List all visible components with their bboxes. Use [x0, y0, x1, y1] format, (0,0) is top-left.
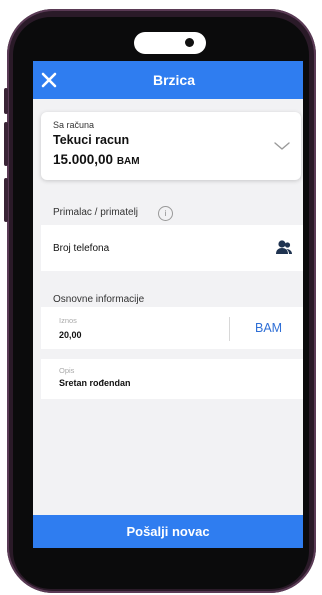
basic-info-section-label: Osnovne informacije — [53, 294, 145, 305]
phone-field[interactable]: Broj telefona — [41, 225, 303, 271]
recipient-section-label: Primalac / primatelj — [53, 207, 139, 218]
description-field[interactable]: Opis Sretan rođendan — [41, 359, 303, 399]
app-screen: Brzica Sa računa Tekuci racun 15.000,00 … — [33, 61, 303, 548]
divider — [229, 317, 230, 341]
camera — [185, 38, 194, 47]
description-caption: Opis — [59, 366, 75, 375]
phone-label: Broj telefona — [53, 243, 110, 254]
account-label: Sa računa — [53, 120, 95, 130]
amount-value: 20,00 — [59, 330, 82, 340]
side-button — [4, 88, 8, 114]
balance-amount: 15.000,00 — [53, 152, 114, 167]
info-icon[interactable]: i — [158, 206, 173, 221]
amount-field[interactable]: Iznos 20,00 BAM — [41, 307, 303, 349]
notch — [134, 32, 206, 54]
balance-currency: BAM — [116, 156, 140, 167]
chevron-down-icon[interactable] — [273, 140, 291, 152]
description-value: Sretan rođendan — [59, 378, 131, 388]
account-selector[interactable]: Sa računa Tekuci racun 15.000,00 BAM — [41, 112, 301, 180]
page-title: Brzica — [152, 72, 196, 88]
top-bar: Brzica — [33, 61, 303, 99]
account-name: Tekuci racun — [53, 133, 130, 147]
send-money-button[interactable]: Pošalji novac — [33, 515, 303, 548]
amount-currency[interactable]: BAM — [255, 321, 282, 335]
account-balance: 15.000,00 BAM — [53, 152, 140, 167]
side-button — [4, 122, 8, 166]
contact-person-icon[interactable] — [275, 239, 293, 255]
amount-caption: Iznos — [59, 316, 77, 325]
side-button — [4, 178, 8, 222]
